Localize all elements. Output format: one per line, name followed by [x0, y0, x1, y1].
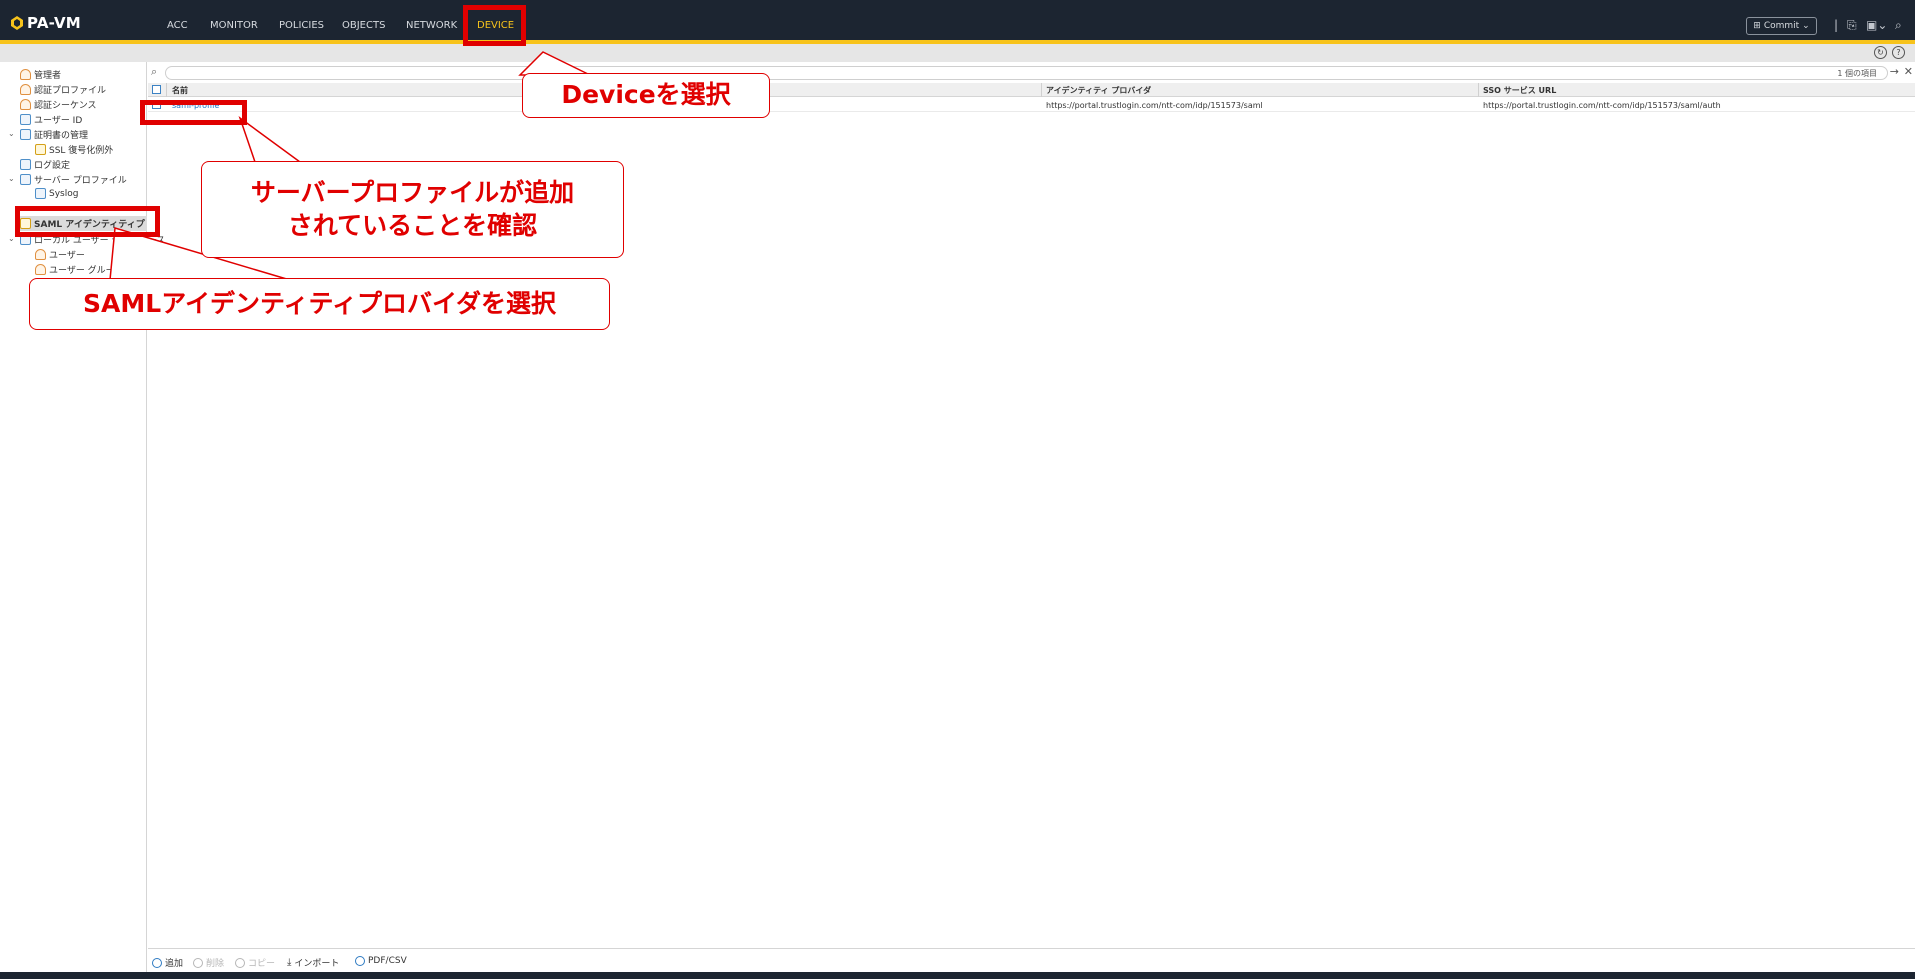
- sidebar-item-log-settings[interactable]: ログ設定: [20, 158, 70, 171]
- column-divider: [166, 83, 167, 97]
- chevron-down-icon[interactable]: ⌄: [8, 234, 15, 243]
- app-title: PA-VM: [27, 14, 81, 32]
- auth-sequence-icon: [20, 99, 31, 110]
- tab-network[interactable]: NETWORK: [406, 20, 457, 31]
- row-sso-url: https://portal.trustlogin.com/ntt-com/id…: [1483, 101, 1721, 110]
- search-icon[interactable]: ⌕: [1895, 18, 1902, 33]
- sidebar-item-admins[interactable]: 管理者: [20, 68, 61, 81]
- sidebar-item-label: 証明書の管理: [34, 131, 89, 141]
- config-lock-icon[interactable]: ⎘: [1847, 18, 1857, 33]
- chevron-down-icon[interactable]: ⌄: [8, 129, 15, 138]
- add-icon: [152, 957, 162, 968]
- syslog-icon: [35, 188, 46, 199]
- apply-filter-icon[interactable]: →: [1890, 65, 1899, 78]
- table-row[interactable]: saml-profile https://portal.trustlogin.c…: [148, 98, 1915, 112]
- filter-input[interactable]: [165, 66, 1888, 80]
- highlight-saml-sidebar-item: [15, 206, 160, 237]
- commit-icon: ⊞: [1753, 21, 1761, 31]
- sidebar-tree: 管理者 認証プロファイル 認証シーケンス ユーザー ID ⌄ 証明書の管理 SS…: [0, 62, 165, 974]
- divider-icon: |: [1834, 18, 1839, 32]
- add-button[interactable]: 追加: [152, 956, 183, 969]
- copy-button[interactable]: コピー: [235, 956, 275, 969]
- chevron-down-icon: ⌄: [1802, 21, 1810, 31]
- sidebar-item-label: 認証プロファイル: [34, 86, 107, 96]
- sidebar-item-label: 管理者: [34, 71, 62, 81]
- clear-filter-icon[interactable]: ✕: [1904, 65, 1913, 78]
- top-navigation-bar: PA-VM ACC MONITOR POLICIES OBJECTS NETWO…: [0, 0, 1915, 42]
- pdf-csv-label: PDF/CSV: [368, 956, 407, 966]
- sidebar-item-label: ユーザー: [49, 251, 85, 261]
- globe-icon: [355, 956, 365, 966]
- callout-confirm-profile: サーバープロファイルが追加 されていることを確認: [201, 161, 624, 258]
- tab-policies[interactable]: POLICIES: [279, 20, 324, 31]
- sidebar-item-user-groups[interactable]: ユーザー グループ: [35, 263, 123, 276]
- highlight-saml-profile-row: [140, 100, 247, 125]
- column-sso-url[interactable]: SSO サービス URL: [1483, 85, 1556, 96]
- paloalto-logo-icon: [11, 16, 23, 30]
- sidebar-item-ssl-exclusion[interactable]: SSL 復号化例外: [35, 143, 113, 156]
- add-label: 追加: [165, 959, 184, 969]
- copy-label: コピー: [248, 959, 276, 969]
- delete-button[interactable]: 削除: [193, 956, 224, 969]
- sidebar-item-label: ユーザー グループ: [49, 266, 124, 276]
- status-bar: [0, 972, 1915, 979]
- user-id-icon: [20, 114, 31, 125]
- sidebar-item-label: ユーザー ID: [34, 116, 83, 126]
- sidebar-item-cert-management[interactable]: 証明書の管理: [20, 128, 88, 141]
- sidebar-item-user-id[interactable]: ユーザー ID: [20, 113, 82, 126]
- sidebar-item-users[interactable]: ユーザー: [35, 248, 85, 261]
- search-row: ⌕ 1 個の項目 → ✕: [148, 64, 1915, 80]
- delete-label: 削除: [206, 959, 225, 969]
- config-menu-icon[interactable]: ▣⌄: [1866, 18, 1887, 32]
- user-icon: [20, 69, 31, 80]
- sidebar-item-label: サーバー プロファイル: [34, 176, 127, 186]
- callout-confirm-line2: されていることを確認: [287, 210, 538, 240]
- sidebar-item-label: 認証シーケンス: [34, 101, 97, 111]
- help-icon[interactable]: ?: [1892, 46, 1905, 59]
- sidebar-item-label: Syslog: [49, 188, 79, 199]
- select-all-checkbox[interactable]: [152, 85, 161, 94]
- app-logo: PA-VM: [11, 14, 81, 32]
- delete-icon: [193, 957, 203, 968]
- sidebar-item-server-profiles[interactable]: サーバー プロファイル: [20, 173, 127, 186]
- callout-select-device: Deviceを選択: [522, 73, 770, 118]
- sidebar-item-syslog[interactable]: Syslog: [35, 188, 78, 199]
- tab-monitor[interactable]: MONITOR: [210, 20, 258, 31]
- callout-select-saml: SAMLアイデンティティプロバイダを選択: [29, 278, 610, 330]
- auth-profile-icon: [20, 84, 31, 95]
- import-icon: ⤓: [287, 957, 292, 968]
- pdf-csv-button[interactable]: PDF/CSV: [355, 956, 407, 966]
- chevron-down-icon[interactable]: ⌄: [8, 174, 15, 183]
- log-icon: [20, 159, 31, 170]
- column-name[interactable]: 名前: [172, 85, 188, 96]
- tab-objects[interactable]: OBJECTS: [342, 20, 385, 31]
- sidebar-item-auth-sequence[interactable]: 認証シーケンス: [20, 98, 97, 111]
- user-icon: [35, 249, 46, 260]
- column-identity-provider[interactable]: アイデンティティ プロバイダ: [1046, 85, 1151, 96]
- tab-acc[interactable]: ACC: [167, 20, 188, 31]
- import-button[interactable]: ⤓ インポート: [287, 956, 339, 969]
- item-count: 1 個の項目: [1837, 69, 1877, 78]
- sidebar-item-label: SSL 復号化例外: [49, 146, 114, 156]
- lock-icon: [35, 144, 46, 155]
- certificate-icon: [20, 129, 31, 140]
- commit-label: Commit: [1763, 21, 1800, 31]
- refresh-icon[interactable]: ↻: [1874, 46, 1887, 59]
- search-icon: ⌕: [151, 65, 158, 78]
- highlight-device-tab: [463, 5, 526, 46]
- copy-icon: [235, 957, 245, 968]
- column-divider: [1478, 83, 1479, 97]
- callout-confirm-line1: サーバープロファイルが追加: [250, 178, 575, 207]
- commit-button[interactable]: ⊞ Commit ⌄: [1746, 17, 1817, 35]
- import-label: インポート: [294, 959, 340, 969]
- row-identity-provider: https://portal.trustlogin.com/ntt-com/id…: [1046, 101, 1263, 110]
- action-bar: 追加 削除 コピー ⤓ インポート PDF/CSV: [148, 948, 1915, 973]
- sub-toolbar: ↻ ?: [0, 44, 1915, 62]
- user-group-icon: [35, 264, 46, 275]
- column-divider: [1041, 83, 1042, 97]
- sidebar-item-auth-profile[interactable]: 認証プロファイル: [20, 83, 106, 96]
- server-profile-icon: [20, 174, 31, 185]
- sidebar-item-label: ログ設定: [34, 161, 71, 171]
- table-header: 名前 アイデンティティ プロバイダ SSO サービス URL: [148, 83, 1915, 97]
